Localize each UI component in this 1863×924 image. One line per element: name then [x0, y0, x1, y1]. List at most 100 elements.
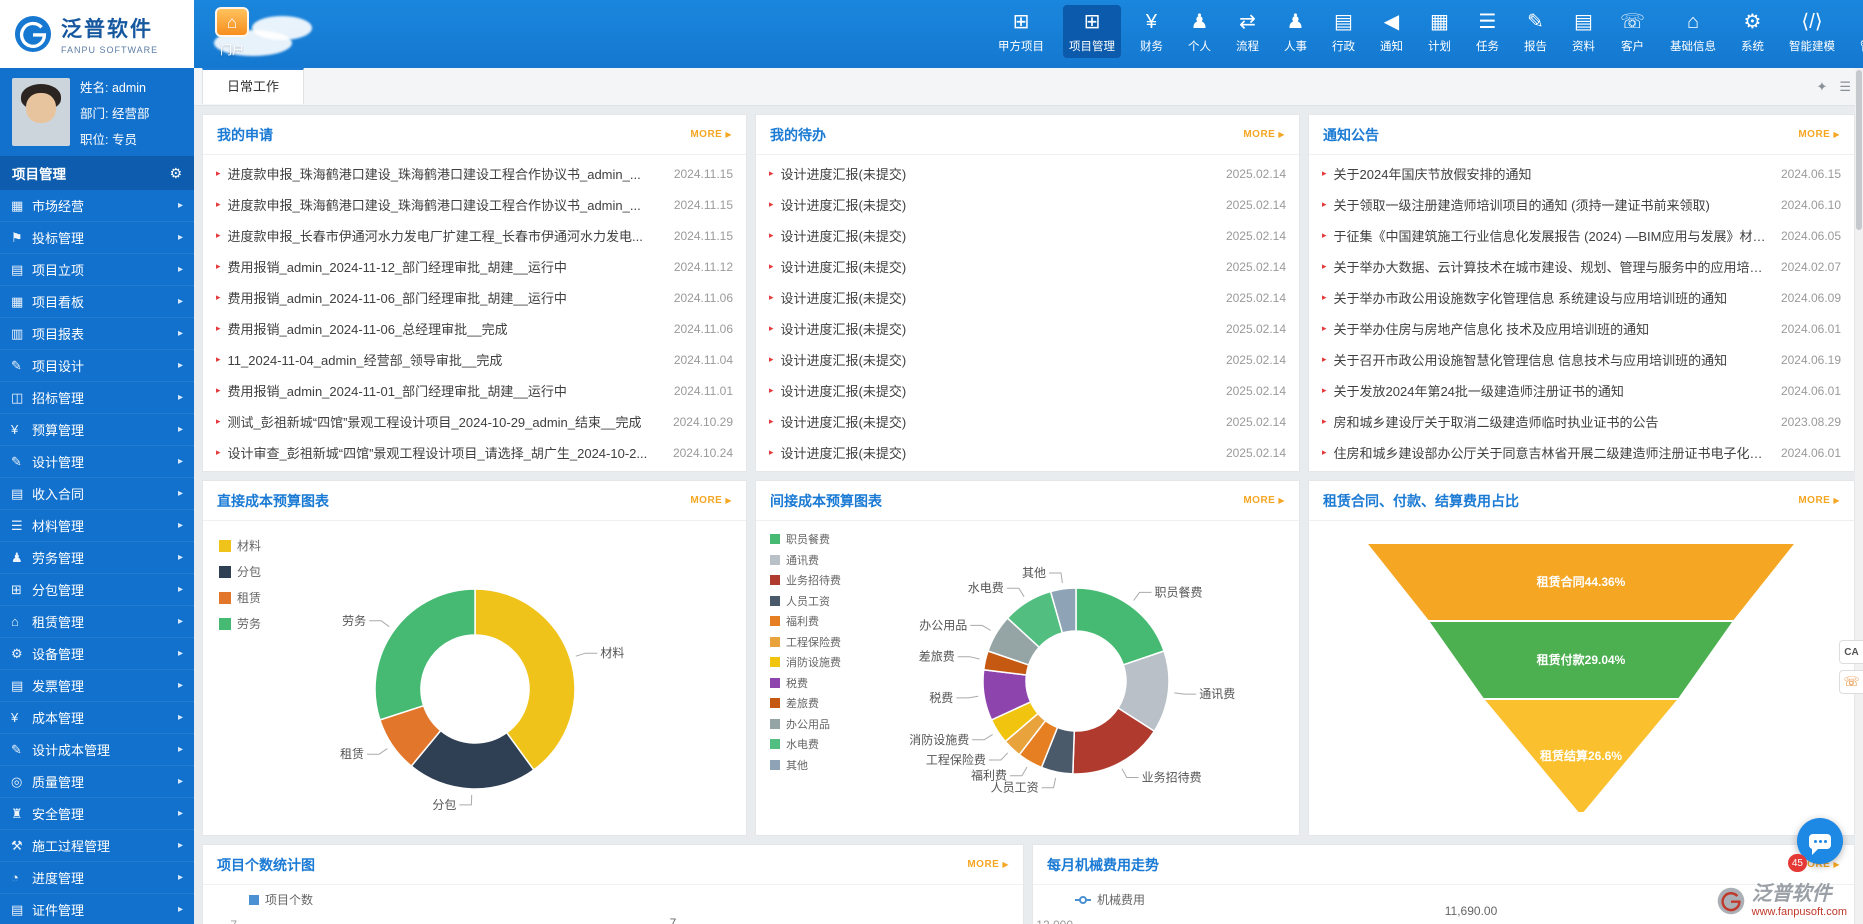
- sidebar-item-4[interactable]: ▥项目报表▸: [0, 318, 194, 350]
- legend-item[interactable]: 租赁: [219, 589, 261, 606]
- sidebar-item-10[interactable]: ☰材料管理▸: [0, 510, 194, 542]
- sidebar-item-8[interactable]: ✎设计管理▸: [0, 446, 194, 478]
- topnav-item-10[interactable]: ✎报告: [1518, 5, 1553, 58]
- todo-row[interactable]: ▸设计进度汇报(未提交)2025.02.14: [756, 313, 1299, 344]
- application-row[interactable]: ▸进度款申报_珠海鹤港口建设_珠海鹤港口建设工程合作协议书_admin_...2…: [203, 158, 746, 189]
- sidebar-item-12[interactable]: ⊞分包管理▸: [0, 574, 194, 606]
- sidebar-item-13[interactable]: ⌂租赁管理▸: [0, 606, 194, 638]
- notice-row[interactable]: ▸关于召开市政公用设施智慧化管理信息 信息技术与应用培训班的通知2024.06.…: [1309, 344, 1854, 375]
- more-link[interactable]: MORE▶: [1243, 495, 1285, 506]
- application-row[interactable]: ▸费用报销_admin_2024-11-01_部门经理审批_胡建__运行中202…: [203, 375, 746, 406]
- notice-row[interactable]: ▸关于发放2024年第24批一级建造师注册证书的通知2024.06.01: [1309, 375, 1854, 406]
- todo-row[interactable]: ▸设计进度汇报(未提交)2025.02.14: [756, 158, 1299, 189]
- topnav-item-12[interactable]: ☏客户: [1614, 5, 1651, 58]
- legend-item[interactable]: 职员餐费: [770, 531, 841, 547]
- sidebar-item-16[interactable]: ¥成本管理▸: [0, 702, 194, 734]
- todo-row[interactable]: ▸设计进度汇报(未提交)2025.02.14: [756, 406, 1299, 437]
- todo-row[interactable]: ▸设计进度汇报(未提交)2025.02.14: [756, 375, 1299, 406]
- more-link[interactable]: MORE▶: [1798, 495, 1840, 506]
- topnav-item-16[interactable]: ≡管理: [1854, 5, 1863, 58]
- todo-row[interactable]: ▸设计进度汇报(未提交)2025.02.14: [756, 189, 1299, 220]
- more-link[interactable]: MORE▶: [690, 495, 732, 506]
- sidebar-item-3[interactable]: ▦项目看板▸: [0, 286, 194, 318]
- sidebar-item-20[interactable]: ⚒施工过程管理▸: [0, 830, 194, 862]
- legend-item[interactable]: 消防设施费: [770, 654, 841, 670]
- sidebar-item-0[interactable]: ▦市场经营▸: [0, 190, 194, 222]
- more-link[interactable]: MORE▶: [690, 129, 732, 140]
- legend-item[interactable]: 分包: [219, 563, 261, 580]
- topnav-item-3[interactable]: ♟个人: [1182, 5, 1217, 58]
- notice-row[interactable]: ▸于征集《中国建筑施工行业信息化发展报告 (2024) —BIM应用与发展》材料…: [1309, 220, 1854, 251]
- topnav-item-6[interactable]: ▤行政: [1326, 5, 1361, 58]
- application-row[interactable]: ▸11_2024-11-04_admin_经营部_领导审批__完成2024.11…: [203, 344, 746, 375]
- todo-row[interactable]: ▸设计进度汇报(未提交)2025.02.14: [756, 344, 1299, 375]
- application-row[interactable]: ▸费用报销_admin_2024-11-06_总经理审批__完成2024.11.…: [203, 313, 746, 344]
- sidebar-item-1[interactable]: ⚑投标管理▸: [0, 222, 194, 254]
- sidebar-item-9[interactable]: ▤收入合同▸: [0, 478, 194, 510]
- notice-row[interactable]: ▸关于举办住房与房地产信息化 技术及应用培训班的通知2024.06.01: [1309, 313, 1854, 344]
- phone-widget[interactable]: ☏: [1839, 670, 1863, 694]
- sidebar-item-17[interactable]: ✎设计成本管理▸: [0, 734, 194, 766]
- scrollbar-thumb[interactable]: [1856, 70, 1862, 230]
- application-row[interactable]: ▸费用报销_admin_2024-11-12_部门经理审批_胡建__运行中202…: [203, 251, 746, 282]
- topnav-item-1[interactable]: ⊞项目管理: [1063, 5, 1121, 58]
- legend-item[interactable]: 材料: [219, 537, 261, 554]
- application-row[interactable]: ▸进度款申报_珠海鹤港口建设_珠海鹤港口建设工程合作协议书_admin_...2…: [203, 189, 746, 220]
- more-link[interactable]: MORE▶: [967, 859, 1009, 870]
- topnav-item-2[interactable]: ¥财务: [1134, 5, 1169, 58]
- todo-row[interactable]: ▸设计进度汇报(未提交)2025.02.14: [756, 220, 1299, 251]
- application-row[interactable]: ▸进度款申报_长春市伊通河水力发电厂扩建工程_长春市伊通河水力发电...2024…: [203, 220, 746, 251]
- topnav-item-8[interactable]: ▦计划: [1422, 5, 1457, 58]
- legend-item[interactable]: 劳务: [219, 615, 261, 632]
- vertical-scrollbar[interactable]: [1855, 68, 1863, 924]
- application-row[interactable]: ▸测试_彭祖新城“四馆”景观工程设计项目_2024-10-29_admin_结束…: [203, 406, 746, 437]
- notice-row[interactable]: ▸关于举办大数据、云计算技术在城市建设、规划、管理与服务中的应用培训班...20…: [1309, 251, 1854, 282]
- legend-item[interactable]: 税费: [770, 675, 841, 691]
- sidebar-item-15[interactable]: ▤发票管理▸: [0, 670, 194, 702]
- legend-item[interactable]: 水电费: [770, 736, 841, 752]
- more-link[interactable]: MORE▶: [1798, 129, 1840, 140]
- sidebar-item-14[interactable]: ⚙设备管理▸: [0, 638, 194, 670]
- legend-item[interactable]: 办公用品: [770, 716, 841, 732]
- todo-row[interactable]: ▸设计进度汇报(未提交)2025.02.14: [756, 437, 1299, 468]
- ca-widget[interactable]: CA: [1839, 640, 1863, 664]
- app-logo[interactable]: 泛普软件 FANPU SOFTWARE: [0, 0, 194, 68]
- legend-item[interactable]: 福利费: [770, 613, 841, 629]
- sidebar-item-21[interactable]: ◔进度管理▸: [0, 862, 194, 894]
- sidebar-item-18[interactable]: ◎质量管理▸: [0, 766, 194, 798]
- gear-icon[interactable]: ⚙: [169, 165, 182, 182]
- topnav-item-4[interactable]: ⇄流程: [1230, 5, 1265, 58]
- legend-item[interactable]: 工程保险费: [770, 634, 841, 650]
- sidebar-item-7[interactable]: ¥预算管理▸: [0, 414, 194, 446]
- topnav-item-5[interactable]: ♟人事: [1278, 5, 1313, 58]
- legend-item[interactable]: 其他: [770, 757, 841, 773]
- notice-row[interactable]: ▸住房和城乡建设部办公厅关于同意吉林省开展二级建造师注册证书电子化试点...20…: [1309, 437, 1854, 468]
- legend-item[interactable]: 业务招待费: [770, 572, 841, 588]
- sidebar-item-19[interactable]: ♜安全管理▸: [0, 798, 194, 830]
- notice-row[interactable]: ▸房和城乡建设厅关于取消二级建造师临时执业证书的公告2023.08.29: [1309, 406, 1854, 437]
- notice-row[interactable]: ▸关于领取一级注册建造师培训项目的通知 (须持一建证书前来领取)2024.06.…: [1309, 189, 1854, 220]
- topnav-item-14[interactable]: ⚙系统: [1735, 5, 1770, 58]
- sidebar-item-11[interactable]: ♟劳务管理▸: [0, 542, 194, 574]
- application-row[interactable]: ▸费用报销_admin_2024-11-06_部门经理审批_胡建__运行中202…: [203, 282, 746, 313]
- tab-daily-work[interactable]: 日常工作: [202, 68, 304, 104]
- more-link[interactable]: MORE▶: [1243, 129, 1285, 140]
- sidebar-item-22[interactable]: ▤证件管理▸: [0, 894, 194, 924]
- notice-row[interactable]: ▸关于举办市政公用设施数字化管理信息 系统建设与应用培训班的通知2024.06.…: [1309, 282, 1854, 313]
- todo-row[interactable]: ▸设计进度汇报(未提交)2025.02.14: [756, 251, 1299, 282]
- topnav-item-15[interactable]: ⟨/⟩智能建模: [1783, 5, 1841, 58]
- user-avatar[interactable]: [12, 78, 70, 146]
- sidebar-item-5[interactable]: ✎项目设计▸: [0, 350, 194, 382]
- topnav-item-7[interactable]: ◀通知: [1374, 5, 1409, 58]
- legend-item[interactable]: 差旅费: [770, 695, 841, 711]
- sidebar-item-6[interactable]: ◫招标管理▸: [0, 382, 194, 414]
- topnav-item-9[interactable]: ☰任务: [1470, 5, 1505, 58]
- portal-item[interactable]: ⌂ 门户: [206, 7, 258, 58]
- topnav-item-13[interactable]: ⌂基础信息: [1664, 5, 1722, 58]
- topnav-item-11[interactable]: ▤资料: [1566, 5, 1601, 58]
- key-icon[interactable]: ✦: [1816, 79, 1827, 95]
- todo-row[interactable]: ▸设计进度汇报(未提交)2025.02.14: [756, 282, 1299, 313]
- notification-badge[interactable]: 45: [1788, 854, 1807, 872]
- legend-item[interactable]: 通讯费: [770, 552, 841, 568]
- sidebar-item-2[interactable]: ▤项目立项▸: [0, 254, 194, 286]
